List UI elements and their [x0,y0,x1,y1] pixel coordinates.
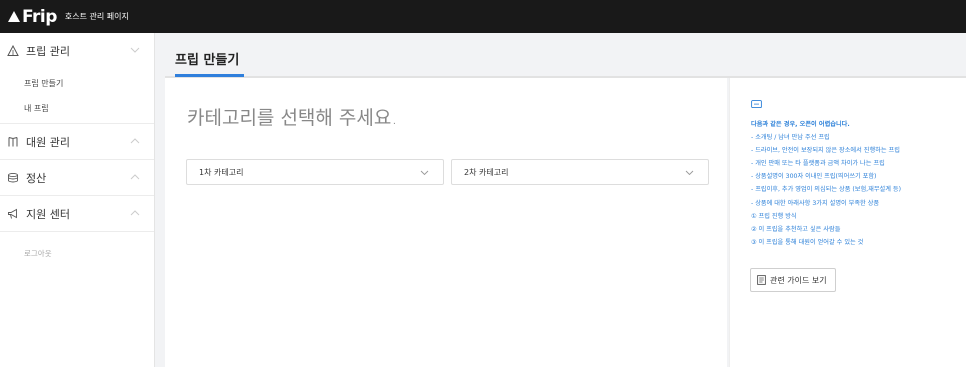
chevron-up-icon[interactable] [130,173,140,181]
top-bar: Frip 호스트 관리 페이지 [0,0,966,33]
active-tab-indicator [175,74,244,77]
notice-line: ③ 이 프립을 통해 대원이 얻어갈 수 있는 것 [751,238,864,246]
category-heading: 카테고리를 선택해 주세요. [187,107,398,129]
notice-title: 다음과 같은 경우, 오픈이 어렵습니다. [751,121,850,128]
related-guide-label: 관련 가이드 보기 [770,275,827,285]
category2-select[interactable]: 2차 카테고리 [451,159,709,185]
notice-text: 다음과 같은 경우, 오픈이 어렵습니다. - 소개팅 / 남녀 만남 주선 프… [751,118,961,249]
frip-logo[interactable]: Frip [8,7,57,27]
coins-icon [7,172,19,184]
sidebar-section-label: 정산 [26,171,47,185]
notice-panel: 다음과 같은 경우, 오픈이 어렵습니다. - 소개팅 / 남녀 만남 주선 프… [729,78,966,367]
host-admin-label: 호스트 관리 페이지 [64,12,129,21]
book-icon [7,136,19,148]
notice-line: - 드라이브, 안전이 보장되지 않은 장소에서 진행하는 프립 [751,147,900,155]
notice-line: - 소개팅 / 남녀 만남 주선 프립 [751,134,830,142]
sidebar-section-label: 프립 관리 [26,45,70,58]
notice-line: - 상품에 대한 아래사항 3가지 설명이 부족한 상품 [751,199,880,207]
triangle-outline-icon [7,45,19,57]
main-area: 프립 만들기 카테고리를 선택해 주세요. 1차 카테고리 2차 카테고리 다음… [155,33,966,367]
logo-triangle-icon [8,11,20,22]
logout-link[interactable]: 로그아웃 [0,248,154,259]
category1-placeholder: 1차 카테고리 [199,167,244,177]
sidebar-section-label: 지원 센터 [26,207,70,221]
document-icon [757,275,766,285]
chevron-down-icon [685,170,694,176]
sidebar: 프립 관리 프립 만들기 내 프립 대원 관리 정산 지원 센터 로그아웃 [0,33,155,367]
sidebar-section-settlement[interactable]: 정산 [0,160,154,196]
notice-line: - 상품설명이 300자 이내인 프립(띄어쓰기 포함) [751,173,877,181]
sidebar-item-create-frip[interactable]: 프립 만들기 [0,71,154,96]
category1-select[interactable]: 1차 카테고리 [186,159,444,185]
page-header: 프립 만들기 [165,33,966,78]
sidebar-item-my-frip[interactable]: 내 프립 [0,96,154,121]
notice-line: - 프립이후, 추가 영업이 의심되는 상품 (보험,재무설계 등) [751,186,901,194]
logo-text: Frip [22,6,57,27]
sidebar-section-label: 대원 관리 [26,135,70,149]
category2-placeholder: 2차 카테고리 [464,167,509,177]
category-panel: 카테고리를 선택해 주세요. 1차 카테고리 2차 카테고리 [165,78,727,367]
notice-line: ② 이 프립을 추천하고 싶은 사람들 [751,225,841,233]
chevron-down-icon [420,170,429,176]
notice-line: ① 프립 진행 방식 [751,212,797,220]
related-guide-button[interactable]: 관련 가이드 보기 [750,268,836,292]
notice-line: - 개인 판매 또는 타 플랫폼과 금액 차이가 나는 프립 [751,160,885,168]
chevron-down-icon[interactable] [130,46,140,54]
sidebar-section-member-manage[interactable]: 대원 관리 [0,124,154,160]
message-icon [751,100,762,109]
chevron-up-icon[interactable] [130,209,140,217]
chevron-up-icon[interactable] [130,137,140,145]
sidebar-section-frip-manage[interactable]: 프립 관리 [0,33,154,69]
sidebar-subitems: 프립 만들기 내 프립 [0,71,154,124]
sidebar-section-support-center[interactable]: 지원 센터 [0,196,154,232]
megaphone-icon [7,208,19,220]
page-title[interactable]: 프립 만들기 [175,49,239,68]
